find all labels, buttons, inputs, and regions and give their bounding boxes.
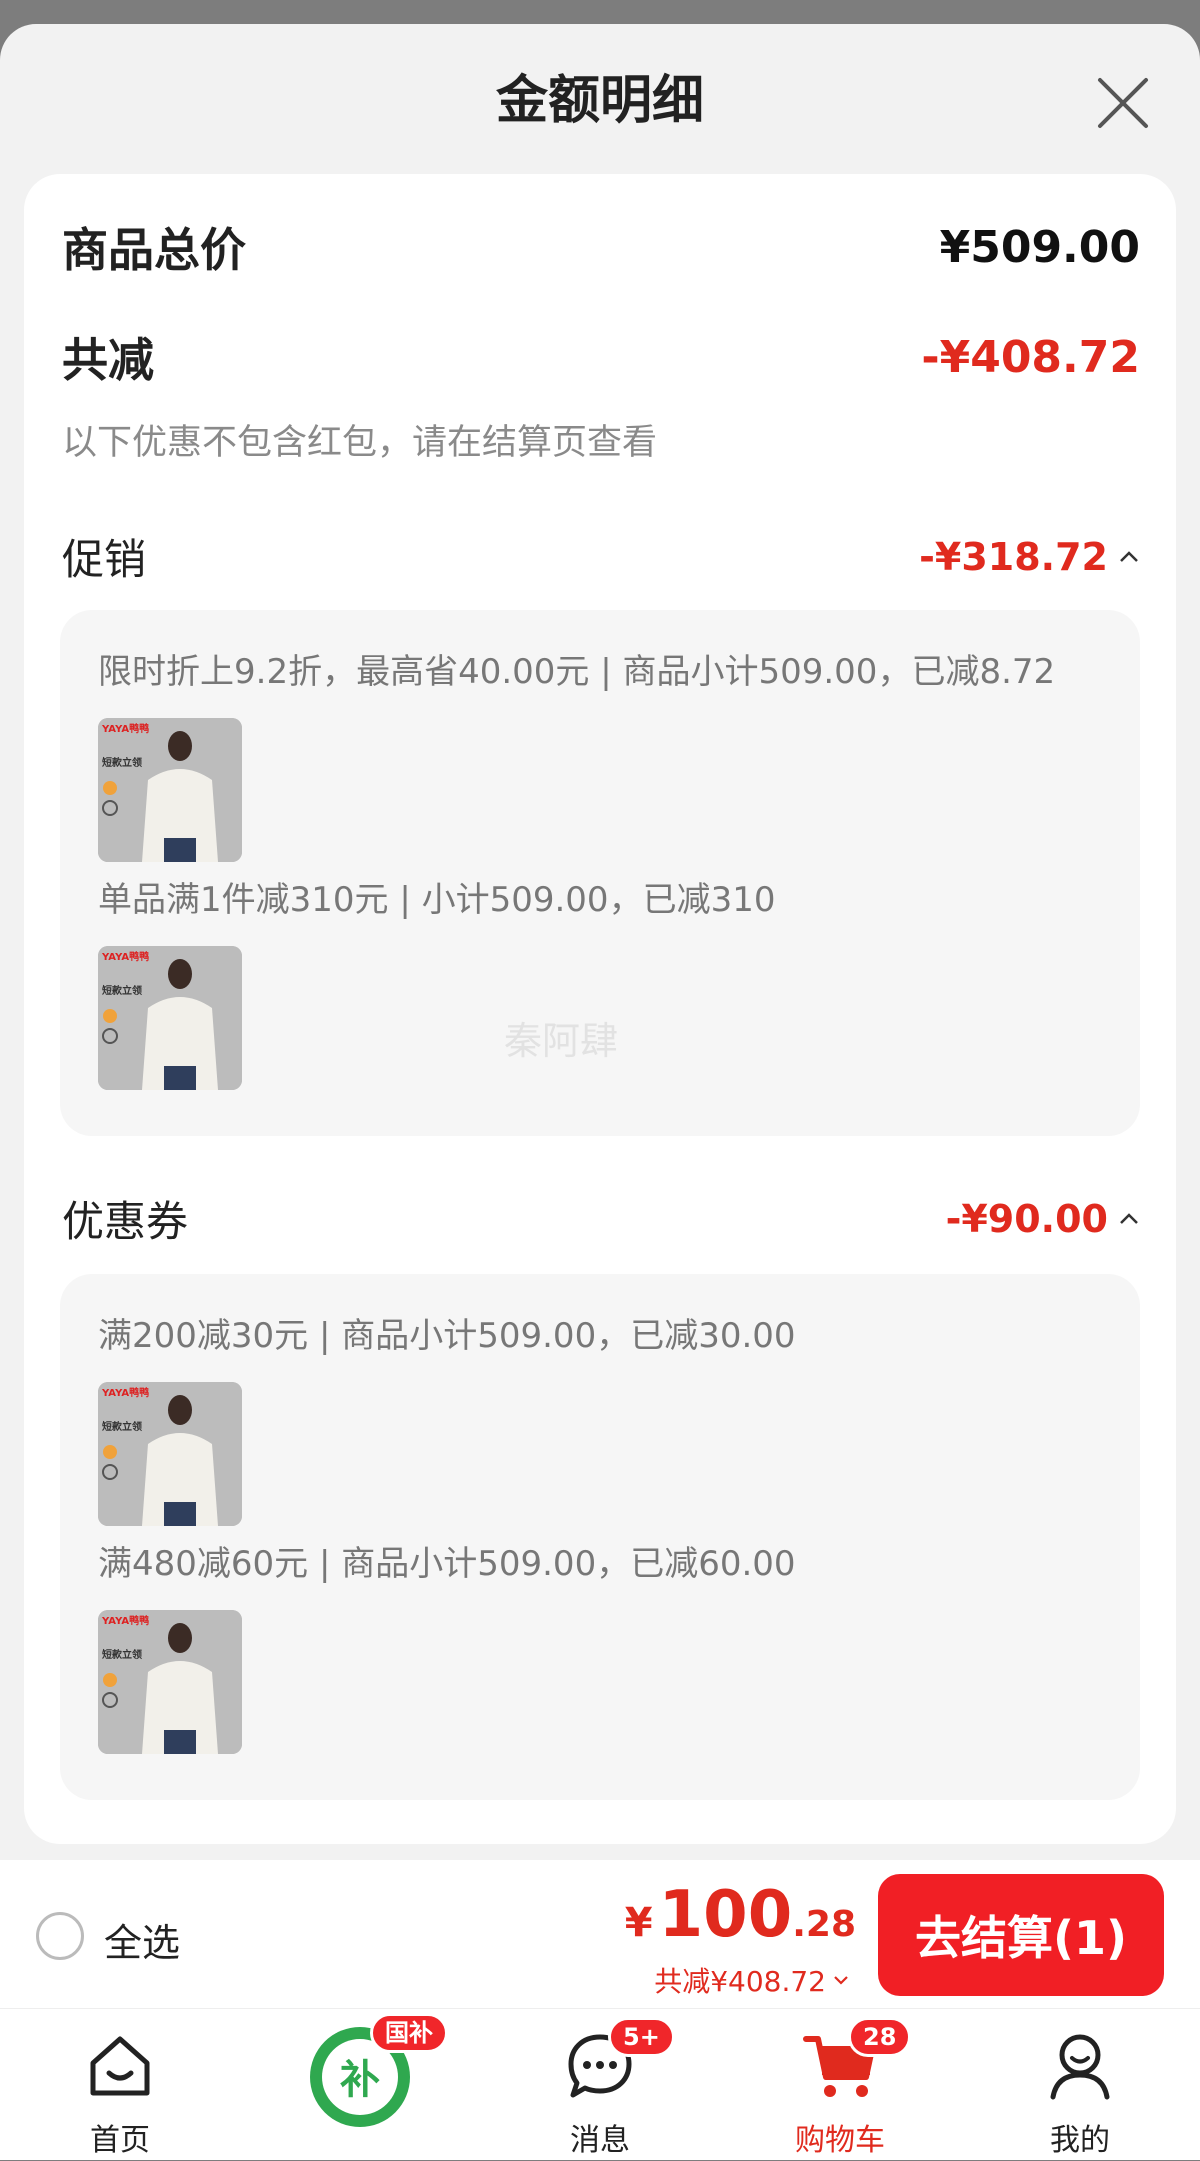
brand-logo-text: YAYA鸭鸭 [101, 1614, 149, 1627]
select-all-checkbox[interactable] [36, 1912, 84, 1960]
discount-note: 以下优惠不包含红包，请在结算页查看 [62, 423, 658, 463]
tab-home[interactable]: 首页 [30, 2009, 210, 2161]
detail-card: 商品总价 ¥509.00 共减 -¥408.72 以下优惠不包含红包，请在结算页… [24, 174, 1176, 1844]
coupon-item-1: 满200减30元 | 商品小计509.00，已减30.00 [98, 1316, 796, 1356]
promo-label: 促销 [62, 535, 147, 584]
close-button[interactable] [1094, 74, 1152, 132]
chevron-down-icon [834, 1976, 848, 1985]
total-reduce-row: 共减 -¥408.72 [62, 324, 1140, 390]
user-icon [1050, 2034, 1110, 2100]
coupon-item-2: 满480减60元 | 商品小计509.00，已减60.00 [98, 1544, 796, 1584]
coupon-detail-box: 满200减30元 | 商品小计509.00，已减30.00 YAYA鸭鸭 短款立… [60, 1274, 1140, 1800]
amount-detail-sheet: 金额明细 商品总价 ¥509.00 共减 -¥408.72 以下优惠不包含红包，… [0, 24, 1200, 1860]
product-image: YAYA鸭鸭 短款立领 [98, 946, 242, 1090]
sheet-title: 金额明细 [495, 71, 704, 131]
message-badge: 5+ [608, 2017, 675, 2057]
tag-text: 短款立领 [102, 984, 142, 997]
tab-cart-label: 购物车 [795, 2123, 885, 2158]
product-thumbnail[interactable]: YAYA鸭鸭 短款立领 [98, 718, 242, 862]
coupon-header[interactable]: 优惠券 -¥90.00 [62, 1188, 1140, 1249]
price-integer: 100 [658, 1878, 793, 1952]
product-image: YAYA鸭鸭 短款立领 [98, 1382, 242, 1526]
home-icon [90, 2036, 150, 2096]
close-icon [1098, 78, 1148, 128]
tab-home-label: 首页 [90, 2123, 150, 2158]
chevron-up-icon [1120, 550, 1138, 562]
brand-logo-text: YAYA鸭鸭 [101, 950, 149, 963]
subsidy-badge: 国补 [370, 2013, 448, 2053]
product-thumbnail[interactable]: YAYA鸭鸭 短款立领 [98, 946, 242, 1090]
tag-text: 短款立领 [102, 1648, 142, 1661]
total-price-row: 商品总价 ¥509.00 [62, 214, 1140, 280]
coupon-value: -¥90.00 [945, 1196, 1108, 1241]
saved-amount: 共减¥408.72 [654, 1965, 826, 1998]
checkout-bar: 全选 ¥ 100 .28 共减¥408.72 去结算(1) [0, 1860, 1200, 2008]
bottom-tab-bar: 首页 补 国补 5+ 消息 28 购物车 我的 [0, 2008, 1200, 2160]
saved-amount-toggle[interactable]: 共减¥408.72 [654, 1960, 850, 2000]
subsidy-glyph: 补 [340, 2057, 380, 2103]
watermark: 秦阿肆 [504, 1019, 619, 1063]
tag-text: 短款立领 [102, 1420, 142, 1433]
tab-subsidy[interactable]: 补 国补 [270, 2009, 450, 2161]
tab-messages-label: 消息 [570, 2123, 630, 2158]
promo-header[interactable]: 促销 -¥318.72 [62, 526, 1140, 587]
product-image: YAYA鸭鸭 短款立领 [98, 718, 242, 862]
tab-profile[interactable]: 我的 [990, 2009, 1170, 2161]
promo-value: -¥318.72 [919, 534, 1108, 579]
tag-text: 短款立领 [102, 756, 142, 769]
product-thumbnail[interactable]: YAYA鸭鸭 短款立领 [98, 1382, 242, 1526]
total-reduce-label: 共减 [62, 333, 154, 387]
tab-profile-label: 我的 [1050, 2123, 1110, 2158]
promo-item-2: 单品满1件减310元 | 小计509.00，已减310 [98, 880, 776, 920]
cart-badge: 28 [848, 2017, 912, 2057]
product-thumbnail[interactable]: YAYA鸭鸭 短款立领 [98, 1610, 242, 1754]
total-price: ¥ 100 .28 [625, 1878, 856, 1952]
brand-logo-text: YAYA鸭鸭 [101, 722, 149, 735]
tab-cart[interactable]: 28 购物车 [750, 2009, 930, 2161]
total-price-label: 商品总价 [62, 223, 246, 277]
product-image: YAYA鸭鸭 短款立领 [98, 1610, 242, 1754]
tab-messages[interactable]: 5+ 消息 [510, 2009, 690, 2161]
select-all-label[interactable]: 全选 [104, 1912, 180, 1967]
checkout-button[interactable]: 去结算(1) [878, 1874, 1164, 1996]
brand-logo-text: YAYA鸭鸭 [101, 1386, 149, 1399]
total-price-value: ¥509.00 [939, 221, 1140, 273]
price-decimal: .28 [792, 1904, 856, 1945]
total-reduce-value: -¥408.72 [921, 331, 1140, 383]
chevron-up-icon [1120, 1212, 1138, 1224]
currency-symbol: ¥ [624, 1900, 653, 1946]
promo-item-1: 限时折上9.2折，最高省40.00元 | 商品小计509.00，已减8.72 [98, 652, 1056, 692]
coupon-label: 优惠券 [62, 1197, 189, 1246]
